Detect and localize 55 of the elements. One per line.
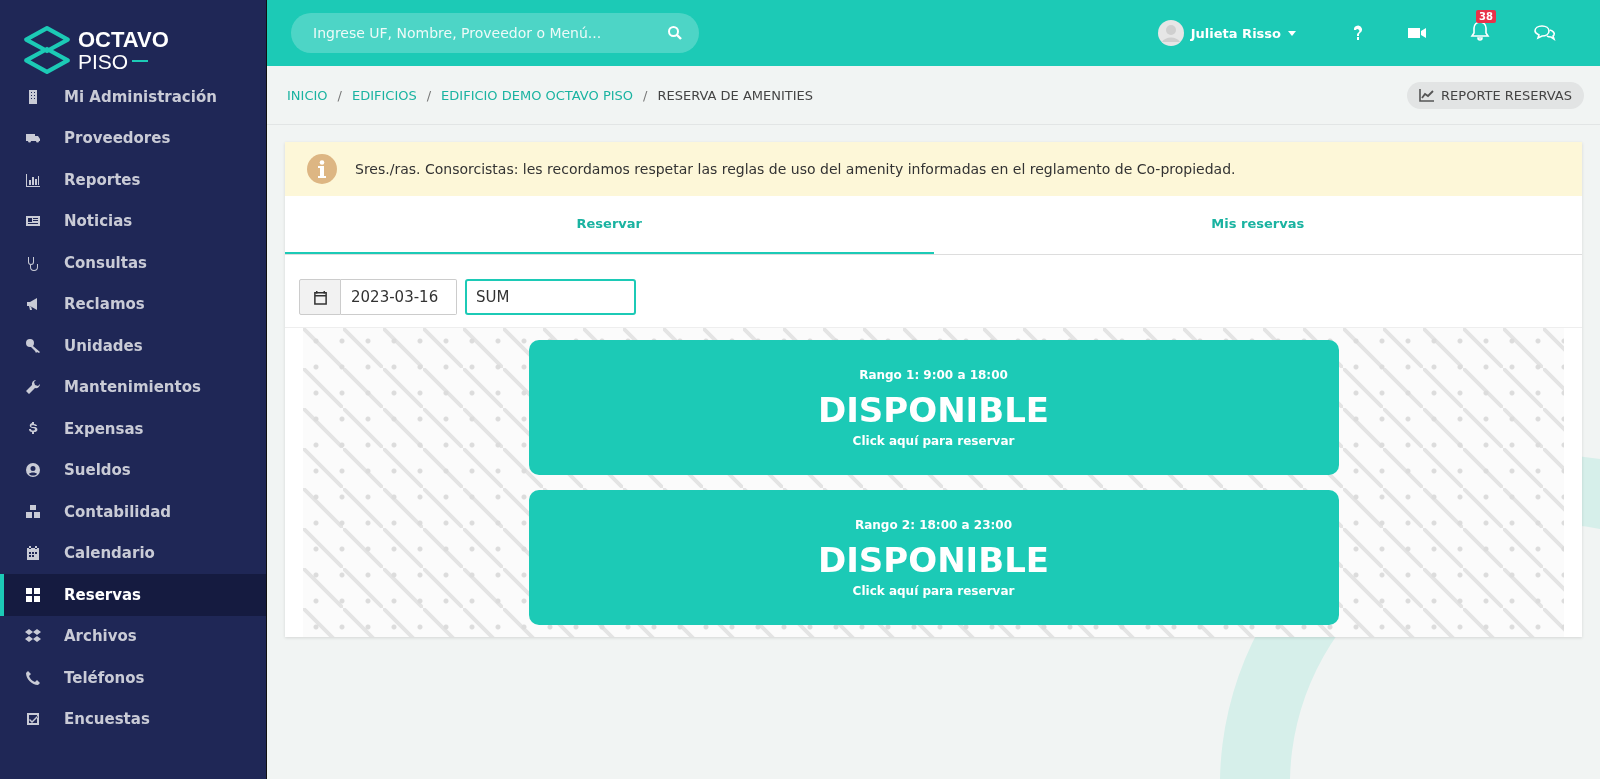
sidebar-item[interactable]: Archivos — [0, 615, 266, 657]
wrench-icon — [25, 379, 41, 396]
breadcrumb-separator: / — [643, 87, 648, 103]
logo-dash — [132, 60, 149, 62]
slot-range: Rango 1: 9:00 a 18:00 — [859, 367, 1008, 382]
sidebar-item[interactable]: Mi Administración — [0, 76, 266, 118]
slot-range: Rango 2: 18:00 a 23:00 — [854, 517, 1013, 532]
calendar-icon — [312, 289, 328, 305]
date-field[interactable]: 2023-03-16 — [341, 279, 457, 315]
dropbox-icon — [25, 628, 41, 645]
sidebar-item[interactable]: Contabilidad — [0, 491, 266, 533]
sidebar-item[interactable]: Reportes — [0, 159, 266, 201]
sidebar-item[interactable]: Reclamos — [0, 283, 266, 325]
slot-action-text: Click aquí para reservar — [852, 433, 1015, 448]
calendar-icon — [25, 545, 41, 562]
checkbox-icon — [25, 711, 41, 728]
sidebar-item[interactable]: Teléfonos — [0, 657, 266, 699]
notification-count: 38 — [1476, 10, 1496, 23]
report-button[interactable]: REPORTE RESERVAS — [1407, 81, 1584, 109]
info-icon — [307, 154, 337, 184]
breadcrumb-separator: / — [426, 87, 432, 103]
cubes-icon — [25, 503, 41, 520]
sidebar-item[interactable]: Reservas — [0, 574, 266, 616]
logo-text: OCTAVO — [78, 28, 169, 51]
sidebar-item[interactable]: Mantenimientos — [0, 366, 266, 408]
logo-icon — [22, 25, 72, 75]
sidebar-item[interactable]: Noticias — [0, 200, 266, 242]
avatar-icon — [1157, 20, 1184, 46]
sidebar-item[interactable]: Calendario — [0, 532, 266, 574]
caret-icon — [1288, 30, 1296, 36]
sidebar-item[interactable]: Consultas — [0, 242, 266, 284]
line-chart-icon — [1419, 88, 1436, 102]
bell-icon[interactable] — [1470, 20, 1490, 42]
calendar-addon[interactable] — [299, 279, 341, 315]
breadcrumb-separator: / — [337, 87, 342, 103]
slot-status: DISPONIBLE — [817, 389, 1050, 430]
phone-icon — [25, 669, 41, 686]
search-icon[interactable] — [667, 25, 683, 41]
alert-message: Sres./ras. Consorcistas: les recordamos respetar las reglas de uso del amenity informadas en el reglamento de Co-propiedad. — [355, 161, 1236, 177]
sidebar-item[interactable]: Expensas — [0, 408, 266, 450]
stethoscope-icon — [25, 254, 41, 271]
help-icon[interactable] — [1352, 25, 1364, 41]
slot-status: DISPONIBLE — [817, 539, 1050, 580]
sidebar-item[interactable]: Proveedores — [0, 117, 266, 159]
video-camera-icon[interactable] — [1408, 27, 1426, 39]
amenity-field[interactable]: SUM — [465, 279, 636, 315]
grid-icon — [25, 586, 41, 603]
sidebar-item[interactable]: Encuestas — [0, 698, 266, 740]
logo-subtext: PISO — [78, 50, 129, 72]
sidebar-item[interactable]: Sueldos — [0, 449, 266, 491]
sidebar-item[interactable]: Unidades — [0, 325, 266, 367]
slot-action-text: Click aquí para reservar — [852, 583, 1015, 598]
bar-chart-icon — [25, 171, 41, 188]
key-icon — [25, 337, 41, 354]
chat-icon[interactable] — [1534, 24, 1556, 42]
